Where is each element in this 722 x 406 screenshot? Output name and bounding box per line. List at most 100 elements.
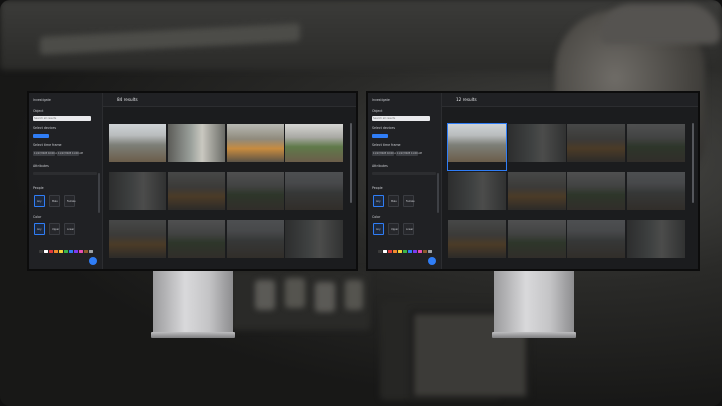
color-swatch[interactable] bbox=[74, 250, 78, 253]
time-chip-label: 11/17/2023 10:00 AM bbox=[34, 151, 59, 155]
people-option[interactable]: Any bbox=[34, 195, 45, 207]
background-item bbox=[255, 280, 275, 310]
result-thumbnail[interactable] bbox=[226, 124, 284, 170]
attributes-expander[interactable] bbox=[33, 172, 97, 175]
color-swatch[interactable] bbox=[44, 250, 48, 253]
result-thumbnail[interactable] bbox=[285, 220, 343, 266]
color-swatch[interactable] bbox=[84, 250, 88, 253]
people-option[interactable]: Male bbox=[388, 195, 399, 207]
color-swatch[interactable] bbox=[64, 250, 68, 253]
select-devices-button[interactable] bbox=[372, 134, 388, 138]
camera-snapshot bbox=[285, 172, 343, 210]
result-thumbnail[interactable] bbox=[109, 220, 167, 266]
color-swatch[interactable] bbox=[398, 250, 402, 253]
result-thumbnail[interactable] bbox=[167, 172, 225, 218]
result-thumbnail[interactable] bbox=[109, 172, 167, 218]
color-swatch[interactable] bbox=[59, 250, 63, 253]
time-chip[interactable]: 11/17/2023 11:00 AM bbox=[57, 151, 83, 156]
camera-snapshot bbox=[448, 220, 506, 258]
search-input[interactable]: Search all results bbox=[372, 116, 430, 121]
people-option-label: Any bbox=[37, 200, 42, 203]
monitor-screen: Investigate 84 results Object Search all re… bbox=[27, 91, 358, 271]
result-thumbnail[interactable] bbox=[626, 124, 685, 170]
result-thumbnail[interactable] bbox=[507, 172, 566, 218]
people-option[interactable]: Female bbox=[403, 195, 415, 207]
result-thumbnail[interactable] bbox=[507, 220, 566, 266]
attributes-expander[interactable] bbox=[372, 172, 436, 175]
people-option-label: Female bbox=[406, 200, 415, 203]
monitor-screen: Investigate 12 results Object Search all re… bbox=[366, 91, 700, 271]
result-thumbnail[interactable] bbox=[285, 124, 343, 170]
background-item bbox=[315, 282, 335, 312]
result-thumbnail[interactable] bbox=[507, 124, 566, 170]
color-swatch[interactable] bbox=[49, 250, 53, 253]
color-swatch[interactable] bbox=[383, 250, 387, 253]
people-option[interactable]: Female bbox=[64, 195, 76, 207]
result-thumbnail[interactable] bbox=[448, 172, 506, 218]
result-thumbnail[interactable] bbox=[567, 220, 625, 266]
select-devices-button[interactable] bbox=[33, 134, 49, 138]
camera-snapshot bbox=[567, 124, 625, 162]
time-chip[interactable]: 11/17/2023 10:00 AM bbox=[33, 151, 59, 156]
color-swatch[interactable] bbox=[89, 250, 93, 253]
result-thumbnail[interactable] bbox=[626, 220, 685, 266]
color-swatch[interactable] bbox=[54, 250, 58, 253]
color-swatch[interactable] bbox=[423, 250, 427, 253]
search-fab-button[interactable] bbox=[428, 257, 436, 265]
section-label: Attributes bbox=[372, 164, 388, 168]
panel-scrollbar[interactable] bbox=[437, 173, 439, 213]
monitor-stand bbox=[494, 270, 574, 334]
result-thumbnail[interactable] bbox=[167, 124, 225, 170]
color-swatch[interactable] bbox=[418, 250, 422, 253]
color-option-label: Any bbox=[37, 228, 42, 231]
search-fab-button[interactable] bbox=[89, 257, 97, 265]
color-swatch[interactable] bbox=[393, 250, 397, 253]
result-thumbnail[interactable] bbox=[167, 220, 225, 266]
result-thumbnail[interactable] bbox=[226, 172, 284, 218]
section-label: Select devices bbox=[372, 126, 395, 130]
color-swatch[interactable] bbox=[428, 250, 432, 253]
color-swatch[interactable] bbox=[39, 250, 43, 253]
people-option[interactable]: Male bbox=[49, 195, 60, 207]
time-chip[interactable]: 11/17/2023 10:00 AM bbox=[372, 151, 398, 156]
time-chip[interactable]: 11/17/2023 11:00 AM bbox=[396, 151, 422, 156]
color-swatch[interactable] bbox=[403, 250, 407, 253]
color-swatch[interactable] bbox=[408, 250, 412, 253]
background-person-cap bbox=[600, 4, 720, 44]
result-thumbnail[interactable] bbox=[226, 220, 284, 266]
color-option[interactable]: Any bbox=[34, 223, 45, 235]
result-thumbnail[interactable] bbox=[448, 220, 506, 266]
result-thumbnail[interactable] bbox=[447, 123, 507, 171]
people-option[interactable]: Any bbox=[373, 195, 384, 207]
result-thumbnail[interactable] bbox=[109, 124, 167, 170]
panel-scrollbar[interactable] bbox=[98, 173, 100, 213]
monitor-stand-base bbox=[492, 332, 576, 338]
results-scrollbar[interactable] bbox=[692, 123, 694, 203]
results-scrollbar[interactable] bbox=[350, 123, 352, 203]
section-label: Color bbox=[372, 215, 381, 219]
camera-snapshot bbox=[567, 220, 625, 258]
color-swatch[interactable] bbox=[378, 250, 382, 253]
camera-snapshot bbox=[626, 172, 685, 210]
color-swatch[interactable] bbox=[69, 250, 73, 253]
color-option[interactable]: Upper bbox=[388, 223, 399, 235]
color-option[interactable]: Upper bbox=[49, 223, 60, 235]
camera-snapshot bbox=[109, 220, 167, 258]
color-option[interactable]: Lower bbox=[64, 223, 75, 235]
color-option[interactable]: Any bbox=[373, 223, 384, 235]
time-chip-label: 11/17/2023 10:00 AM bbox=[373, 151, 398, 155]
color-option-label: Lower bbox=[67, 228, 75, 231]
color-swatch[interactable] bbox=[388, 250, 392, 253]
search-placeholder: Search all results bbox=[34, 116, 57, 120]
result-thumbnail[interactable] bbox=[285, 172, 343, 218]
color-swatch[interactable] bbox=[79, 250, 83, 253]
camera-snapshot bbox=[226, 124, 284, 162]
search-input[interactable]: Search all results bbox=[33, 116, 91, 121]
color-option[interactable]: Lower bbox=[403, 223, 414, 235]
result-thumbnail[interactable] bbox=[626, 172, 685, 218]
color-swatch[interactable] bbox=[413, 250, 417, 253]
color-option-label: Any bbox=[376, 228, 381, 231]
result-thumbnail[interactable] bbox=[567, 124, 625, 170]
result-thumbnail[interactable] bbox=[567, 172, 625, 218]
section-label: Select time frame bbox=[33, 143, 62, 147]
